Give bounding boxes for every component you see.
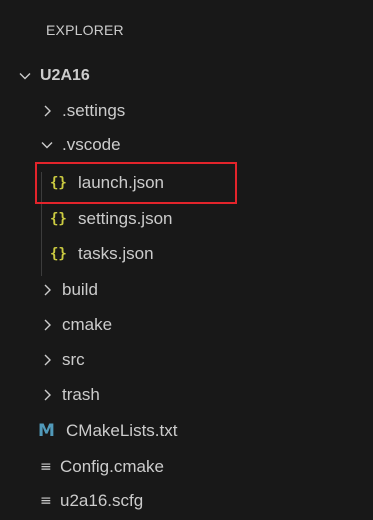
folder-label: src	[62, 350, 85, 369]
markdown-icon: M	[38, 421, 55, 441]
file-label: Config.cmake	[60, 457, 164, 476]
folder-trash[interactable]: trash	[0, 378, 373, 412]
folder-label: .vscode	[62, 135, 121, 154]
root-folder-u2a16[interactable]: U2A16	[0, 59, 373, 93]
text-file-icon: ≡	[40, 459, 52, 475]
file-label: tasks.json	[78, 244, 154, 263]
folder-label: trash	[62, 385, 100, 404]
file-label: settings.json	[78, 209, 173, 228]
explorer-title: EXPLORER	[46, 22, 124, 38]
file-config-cmake[interactable]: ≡ Config.cmake	[0, 450, 373, 484]
file-u2a16-scfg[interactable]: ≡ u2a16.scfg	[0, 484, 373, 518]
chevron-down-icon	[38, 136, 56, 154]
chevron-right-icon	[38, 281, 56, 299]
folder-settings[interactable]: .settings	[0, 94, 373, 128]
text-file-icon: ≡	[40, 493, 52, 509]
folder-vscode[interactable]: .vscode	[0, 128, 373, 162]
file-label: u2a16.scfg	[60, 491, 144, 510]
file-settings-json[interactable]: {} settings.json	[0, 202, 373, 236]
file-label: CMakeLists.txt	[66, 421, 178, 440]
file-tasks-json[interactable]: {} tasks.json	[0, 237, 373, 271]
file-cmakelists-txt[interactable]: M CMakeLists.txt	[0, 414, 373, 448]
folder-build[interactable]: build	[0, 273, 373, 307]
json-file-icon: {}	[50, 246, 67, 262]
highlight-box	[35, 162, 237, 204]
folder-cmake[interactable]: cmake	[0, 308, 373, 342]
folder-label: cmake	[62, 315, 113, 334]
root-folder-label: U2A16	[40, 67, 90, 84]
chevron-right-icon	[38, 386, 56, 404]
json-file-icon: {}	[50, 211, 67, 227]
chevron-right-icon	[38, 102, 56, 120]
folder-label: .settings	[62, 101, 126, 120]
chevron-down-icon	[16, 67, 34, 85]
folder-label: build	[62, 280, 98, 299]
folder-src[interactable]: src	[0, 343, 373, 377]
chevron-right-icon	[38, 351, 56, 369]
chevron-right-icon	[38, 316, 56, 334]
